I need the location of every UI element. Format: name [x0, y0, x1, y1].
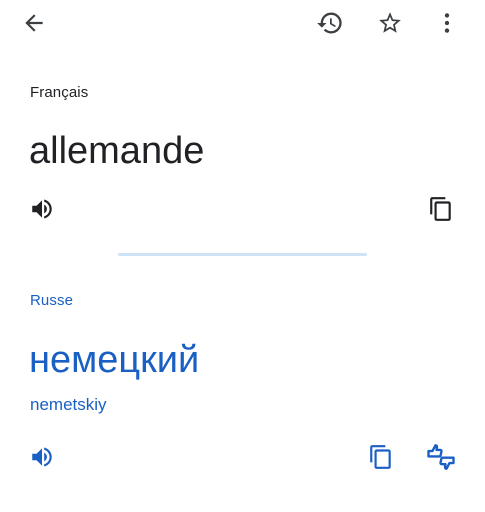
rate-translation-button[interactable] [423, 439, 459, 475]
source-copy-button[interactable] [423, 191, 459, 227]
more-vert-icon [444, 13, 450, 33]
favorite-button[interactable] [372, 5, 408, 41]
target-listen-button[interactable] [24, 439, 60, 475]
source-listen-button[interactable] [24, 191, 60, 227]
thumbs-feedback-icon [427, 444, 455, 470]
back-button[interactable] [16, 5, 52, 41]
transliteration-text: nemetskiy [30, 395, 107, 414]
target-language-label: Russe [30, 292, 74, 309]
source-text[interactable]: allemande [29, 128, 204, 174]
source-language-label: Français [30, 84, 89, 101]
target-copy-button[interactable] [363, 439, 399, 475]
translation-screen: Français allemande Russe немецкий nemets… [0, 0, 485, 512]
arrow-back-icon [25, 14, 43, 32]
star-icon [379, 12, 401, 33]
history-icon [317, 12, 342, 34]
section-divider [118, 253, 367, 256]
history-button[interactable] [312, 5, 348, 41]
copy-icon [430, 197, 451, 221]
speaker-icon [32, 447, 52, 467]
copy-icon [370, 445, 391, 469]
more-options-button[interactable] [429, 5, 465, 41]
translated-text[interactable]: немецкий [29, 337, 199, 383]
speaker-icon [32, 199, 52, 219]
